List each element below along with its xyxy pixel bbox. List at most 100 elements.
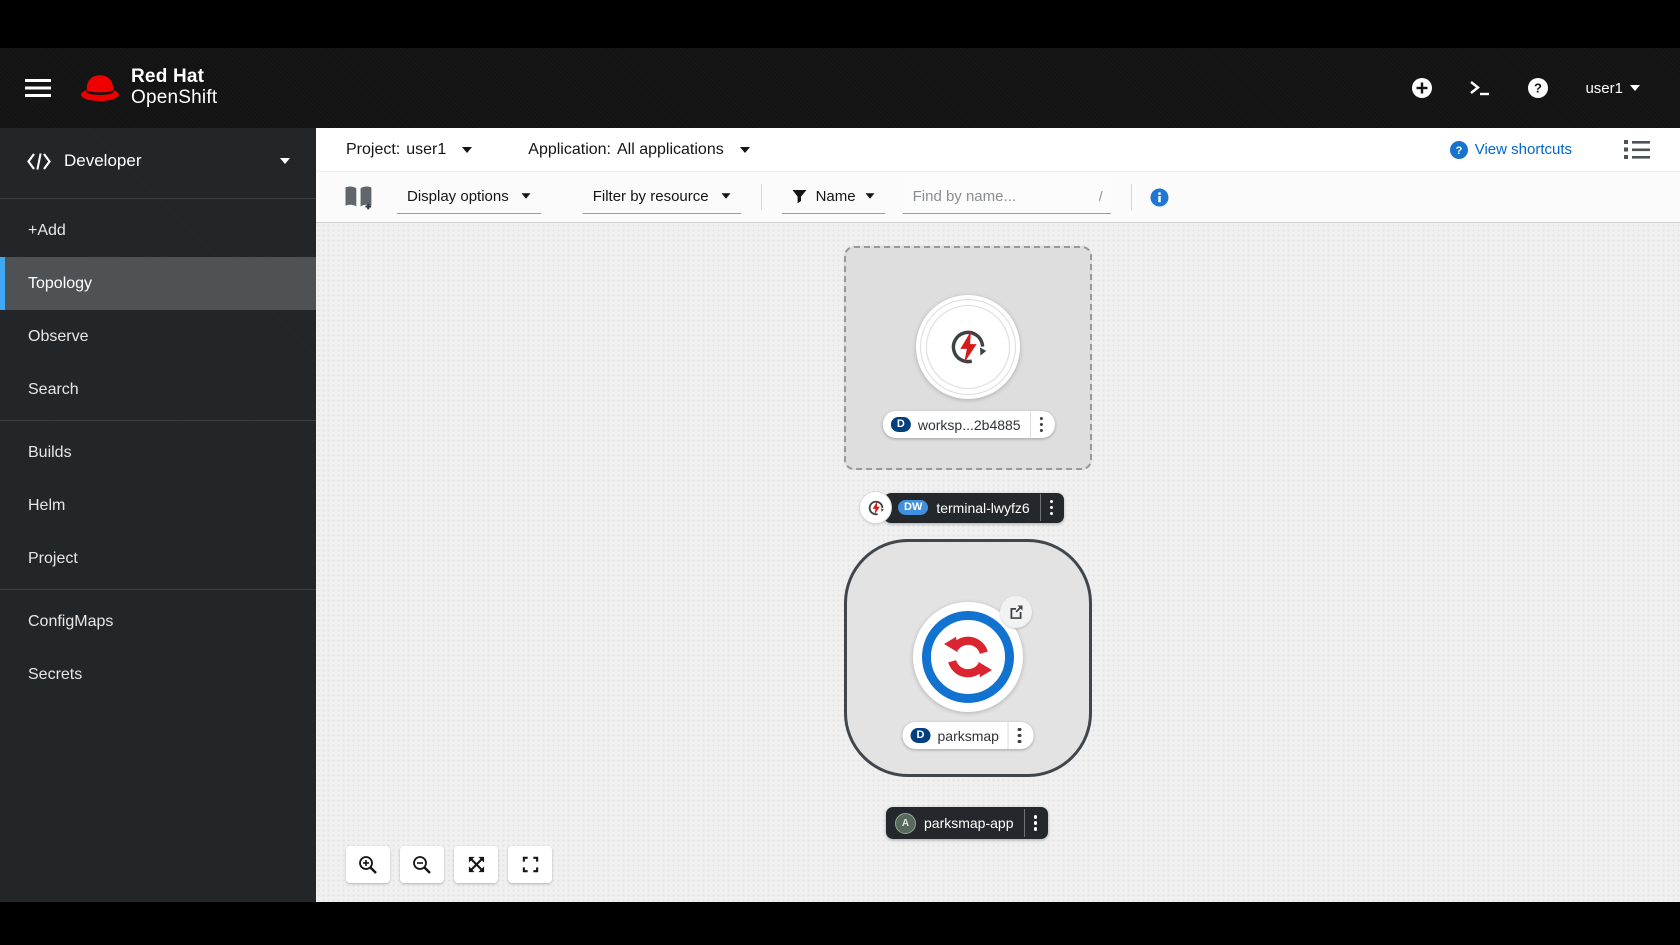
zoom-in-icon bbox=[358, 855, 378, 875]
find-by-name-field: / bbox=[903, 181, 1111, 214]
nav-divider bbox=[0, 198, 316, 199]
deployment-badge: D bbox=[911, 728, 931, 743]
pod-ring bbox=[922, 611, 1014, 703]
question-circle-blue-icon: ? bbox=[1450, 141, 1468, 159]
openshift-logo-icon bbox=[941, 630, 995, 684]
name-filter-label: Name bbox=[816, 188, 856, 205]
hamburger-icon bbox=[25, 78, 51, 98]
view-shortcuts-link[interactable]: ? View shortcuts bbox=[1450, 141, 1572, 159]
nav-item-label: ConfigMaps bbox=[28, 613, 113, 631]
quick-search-button[interactable] bbox=[343, 184, 375, 211]
masthead: Red Hat OpenShift ? user1 bbox=[0, 48, 1680, 128]
chevron-down-icon bbox=[1630, 85, 1640, 91]
reset-view-button[interactable] bbox=[508, 846, 552, 883]
info-circle-icon[interactable] bbox=[1150, 188, 1169, 207]
sidebar-item-project[interactable]: Project bbox=[0, 532, 316, 585]
sidebar-nav: Developer +Add Topology Observe Search B… bbox=[0, 128, 316, 902]
kebab-menu-icon[interactable] bbox=[1024, 809, 1047, 837]
terminal-node-name: terminal-lwyfz6 bbox=[936, 500, 1029, 516]
workspace-node-label[interactable]: D worksp...2b4885 bbox=[883, 411, 1055, 438]
perspective-label: Developer bbox=[64, 151, 142, 171]
kebab-menu-icon[interactable] bbox=[1030, 411, 1053, 439]
list-icon bbox=[1624, 139, 1650, 160]
chevron-down-icon bbox=[521, 193, 530, 198]
nav-item-label: Secrets bbox=[28, 666, 82, 684]
expand-arrows-icon bbox=[467, 855, 486, 874]
sidebar-item-observe[interactable]: Observe bbox=[0, 310, 316, 363]
app-group-name: parksmap-app bbox=[924, 815, 1014, 831]
zoom-in-button[interactable] bbox=[346, 846, 390, 883]
workspace-node-name: worksp...2b4885 bbox=[918, 417, 1021, 433]
brand-line2: OpenShift bbox=[131, 88, 217, 109]
context-bar-right: ? View shortcuts bbox=[1450, 139, 1650, 160]
code-icon bbox=[27, 153, 51, 170]
devworkspace-badge: DW bbox=[898, 500, 928, 515]
parksmap-node-name: parksmap bbox=[937, 728, 998, 744]
devworkspace-bolt-icon bbox=[945, 324, 991, 370]
filter-funnel-icon bbox=[792, 189, 807, 204]
terminal-node-row[interactable]: DW terminal-lwyfz6 bbox=[860, 492, 1064, 523]
toolbar-divider bbox=[1131, 184, 1132, 210]
find-by-name-input[interactable] bbox=[913, 188, 1073, 205]
sidebar-item-secrets[interactable]: Secrets bbox=[0, 648, 316, 701]
quick-create-button[interactable] bbox=[1411, 77, 1433, 99]
kebab-menu-icon[interactable] bbox=[1040, 494, 1063, 522]
question-circle-icon: ? bbox=[1527, 77, 1549, 99]
application-label: Application: bbox=[528, 141, 611, 159]
display-options-dropdown[interactable]: Display options bbox=[397, 181, 541, 214]
toolbar-divider bbox=[761, 184, 762, 210]
chevron-down-icon bbox=[721, 193, 730, 198]
terminal-icon bbox=[1469, 79, 1491, 97]
sidebar-item-search[interactable]: Search bbox=[0, 363, 316, 416]
nav-item-label: +Add bbox=[28, 222, 66, 240]
openshift-console: Red Hat OpenShift ? user1 bbox=[0, 0, 1680, 945]
sidebar-item-add[interactable]: +Add bbox=[0, 204, 316, 257]
list-view-toggle-button[interactable] bbox=[1624, 139, 1650, 160]
app-group-label[interactable]: A parksmap-app bbox=[886, 807, 1048, 839]
sidebar-item-builds[interactable]: Builds bbox=[0, 426, 316, 479]
filter-by-resource-dropdown[interactable]: Filter by resource bbox=[583, 181, 741, 214]
nav-toggle-button[interactable] bbox=[25, 78, 51, 98]
terminal-node-label[interactable]: DW terminal-lwyfz6 bbox=[884, 493, 1064, 523]
user-menu-button[interactable]: user1 bbox=[1585, 80, 1640, 97]
application-dropdown[interactable]: Application: All applications bbox=[528, 141, 749, 159]
chevron-down-icon bbox=[740, 147, 750, 153]
perspective-switcher[interactable]: Developer bbox=[0, 128, 316, 194]
brand-line1: Red Hat bbox=[131, 67, 217, 88]
brand-logo: Red Hat OpenShift bbox=[78, 67, 217, 108]
kebab-menu-icon[interactable] bbox=[1008, 722, 1031, 750]
terminal-node-icon bbox=[860, 492, 891, 523]
sidebar-item-helm[interactable]: Helm bbox=[0, 479, 316, 532]
canvas-controls bbox=[346, 846, 552, 883]
sidebar-item-configmaps[interactable]: ConfigMaps bbox=[0, 595, 316, 648]
corners-bracket-icon bbox=[521, 855, 540, 874]
external-link-icon bbox=[1008, 604, 1024, 620]
name-filter-dropdown[interactable]: Name bbox=[782, 181, 885, 214]
slash-shortcut-hint: / bbox=[1099, 188, 1103, 204]
chevron-down-icon bbox=[865, 193, 874, 198]
nav-item-label: Topology bbox=[28, 275, 92, 293]
project-dropdown[interactable]: Project: user1 bbox=[346, 141, 472, 159]
nav-item-label: Observe bbox=[28, 328, 88, 346]
fit-to-screen-button[interactable] bbox=[454, 846, 498, 883]
display-options-label: Display options bbox=[407, 188, 509, 205]
nav-item-label: Helm bbox=[28, 497, 65, 515]
topology-canvas[interactable]: D worksp...2b4885 DW terminal-lwyfz6 bbox=[316, 223, 1680, 902]
sidebar-item-topology[interactable]: Topology bbox=[0, 257, 316, 310]
nav-divider bbox=[0, 589, 316, 590]
workspace-node[interactable] bbox=[916, 295, 1020, 399]
help-menu-button[interactable]: ? bbox=[1527, 77, 1549, 99]
parksmap-node-label[interactable]: D parksmap bbox=[903, 722, 1034, 749]
open-book-plus-icon bbox=[343, 184, 375, 211]
deployment-badge: D bbox=[891, 417, 911, 432]
open-url-button[interactable] bbox=[1000, 596, 1032, 628]
svg-text:?: ? bbox=[1534, 81, 1542, 96]
zoom-out-button[interactable] bbox=[400, 846, 444, 883]
username: user1 bbox=[1585, 80, 1623, 97]
nav-item-label: Project bbox=[28, 550, 78, 568]
chevron-down-icon bbox=[280, 158, 290, 164]
plus-circle-icon bbox=[1411, 77, 1433, 99]
web-terminal-button[interactable] bbox=[1469, 79, 1491, 97]
masthead-actions: ? user1 bbox=[1411, 77, 1640, 99]
application-value: All applications bbox=[617, 141, 724, 159]
